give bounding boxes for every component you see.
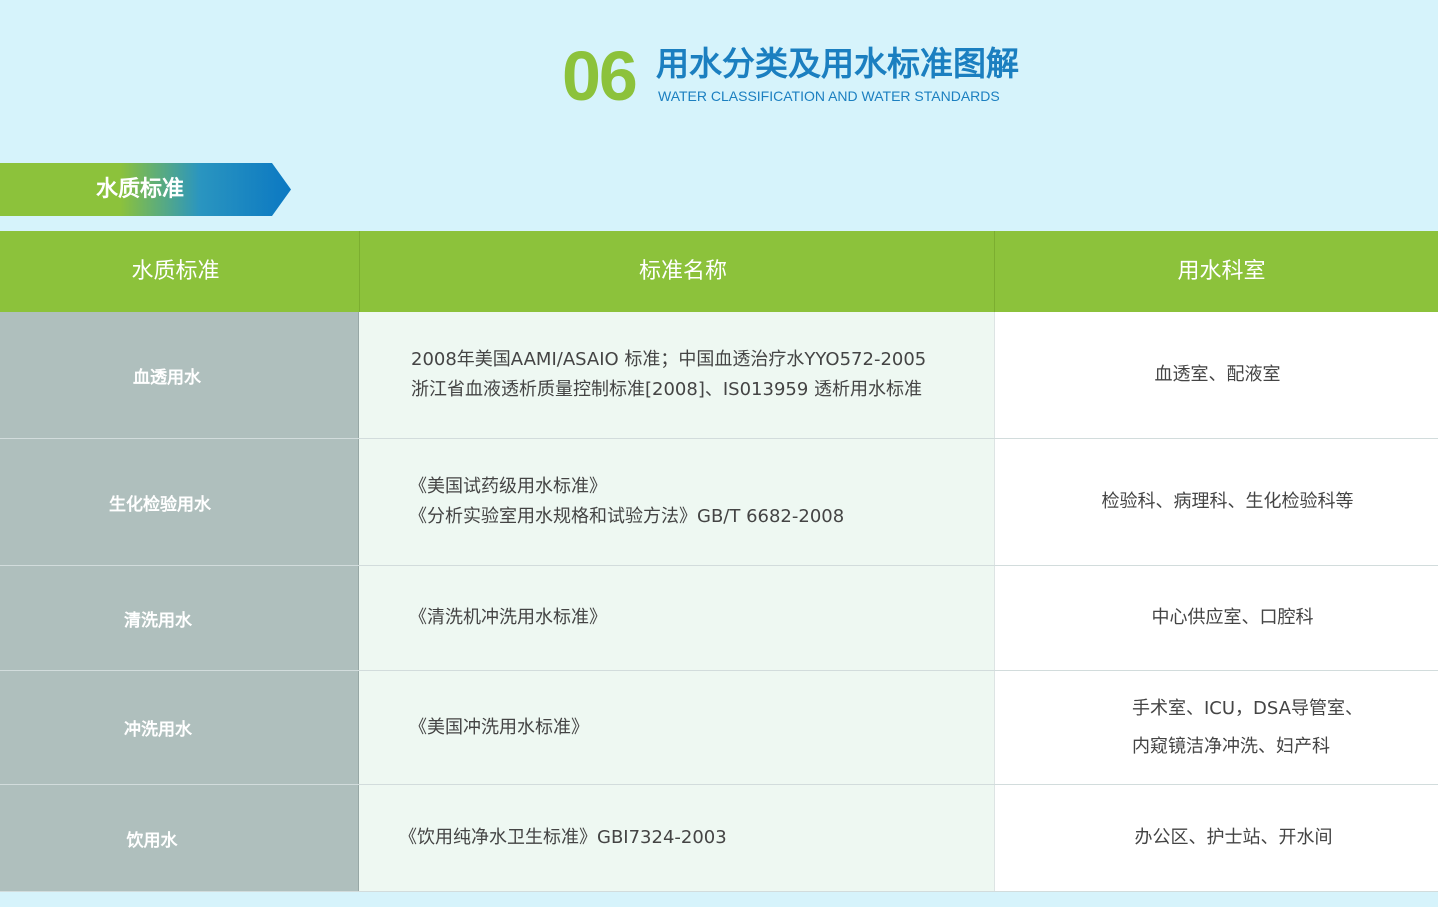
standard-line: 《分析实验室用水规格和试验方法》GB/T 6682-2008 [409, 506, 845, 527]
ribbon-label: 水质标准 [96, 177, 185, 202]
column-header-department: 用水科室 [994, 231, 1438, 312]
standard-line: 《饮用纯净水卫生标准》GBI7324-2003 [399, 827, 727, 848]
table-row: 饮用水 《饮用纯净水卫生标准》GBI7324-2003 办公区、护士站、开水间 [0, 785, 1438, 892]
table-row: 清洗用水 《清洗机冲洗用水标准》 中心供应室、口腔科 [0, 566, 1438, 671]
table-row: 生化检验用水 《美国试药级用水标准》 《分析实验室用水规格和试验方法》GB/T … [0, 439, 1438, 566]
title-chinese: 用水分类及用水标准图解 [656, 44, 1019, 83]
department-cell: 血透室、配液室 [994, 312, 1438, 438]
department-line: 血透室、配液室 [1154, 364, 1281, 385]
water-standards-table: 水质标准 标准名称 用水科室 血透用水 2008年美国AAMI/ASAIO 标准… [0, 231, 1438, 892]
standard-line: 《美国试药级用水标准》 [409, 476, 607, 497]
standard-line: 2008年美国AAMI/ASAIO 标准；中国血透治疗水YYO572-2005 [411, 349, 927, 370]
department-line: 办公区、护士站、开水间 [1134, 827, 1333, 848]
standard-line: 浙江省血液透析质量控制标准[2008]、IS013959 透析用水标准 [411, 379, 923, 400]
quality-cell: 血透用水 [0, 312, 359, 438]
column-header-quality: 水质标准 [131, 259, 220, 284]
department-line: 内窥镜洁净冲洗、妇产科 [1132, 735, 1330, 757]
table-row: 血透用水 2008年美国AAMI/ASAIO 标准；中国血透治疗水YYO572-… [0, 312, 1438, 439]
department-line: 手术室、ICU，DSA导管室、 [1132, 697, 1363, 719]
department-cell: 办公区、护士站、开水间 [994, 785, 1438, 891]
department-cell: 手术室、ICU，DSA导管室、 内窥镜洁净冲洗、妇产科 [994, 671, 1438, 784]
standard-cell: 《饮用纯净水卫生标准》GBI7324-2003 [359, 785, 994, 891]
department-line: 检验科、病理科、生化检验科等 [1101, 491, 1354, 512]
bottom-strip [0, 892, 1438, 907]
table-row: 冲洗用水 《美国冲洗用水标准》 手术室、ICU，DSA导管室、 内窥镜洁净冲洗、… [0, 671, 1438, 785]
standard-cell: 《清洗机冲洗用水标准》 [359, 566, 994, 670]
standard-cell: 《美国冲洗用水标准》 [359, 671, 994, 784]
department-line: 中心供应室、口腔科 [1151, 607, 1314, 628]
title-english: WATER CLASSIFICATION AND WATER STANDARDS [658, 88, 1000, 104]
quality-cell: 生化检验用水 [0, 439, 359, 565]
standard-line: 《清洗机冲洗用水标准》 [409, 607, 607, 628]
table-header: 水质标准 标准名称 用水科室 [0, 231, 1438, 312]
page: 06 用水分类及用水标准图解 WATER CLASSIFICATION AND … [0, 0, 1438, 907]
standard-line: 《美国冲洗用水标准》 [409, 716, 589, 738]
quality-cell: 清洗用水 [0, 566, 359, 670]
section-number: 06 [562, 37, 638, 115]
standard-cell: 《美国试药级用水标准》 《分析实验室用水规格和试验方法》GB/T 6682-20… [359, 439, 994, 565]
department-cell: 中心供应室、口腔科 [994, 566, 1438, 670]
quality-cell: 饮用水 [0, 785, 359, 891]
section-ribbon: 水质标准 [0, 163, 291, 216]
department-cell: 检验科、病理科、生化检验科等 [994, 439, 1438, 565]
column-header-standard: 标准名称 [359, 231, 994, 312]
quality-cell: 冲洗用水 [0, 671, 359, 784]
standard-cell: 2008年美国AAMI/ASAIO 标准；中国血透治疗水YYO572-2005 … [359, 312, 994, 438]
